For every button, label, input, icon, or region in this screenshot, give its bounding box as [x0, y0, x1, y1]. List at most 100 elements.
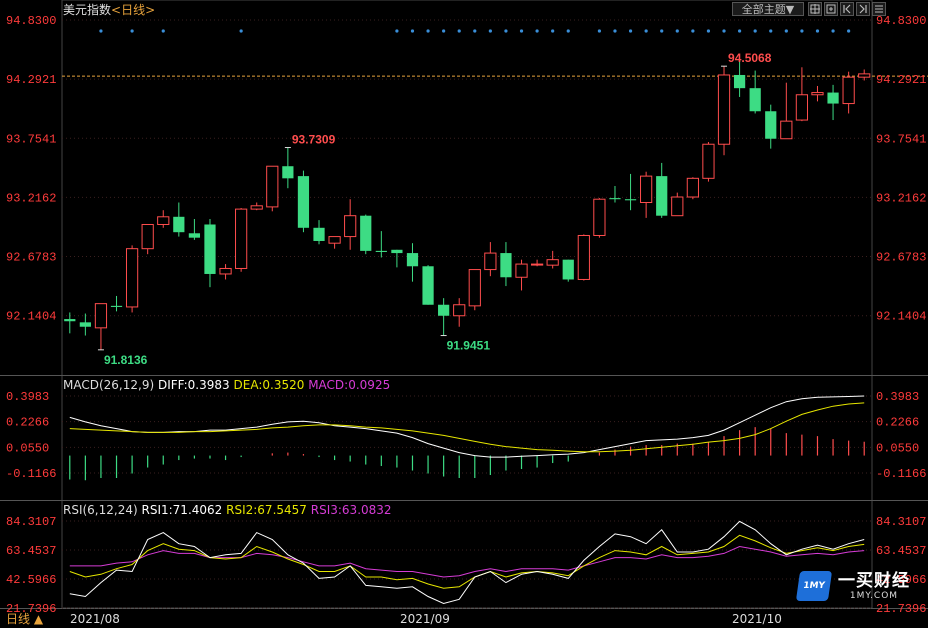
- candle-body: [795, 94, 809, 121]
- candle-body: [188, 233, 201, 238]
- candle-down: [110, 295, 123, 312]
- candle-body: [313, 227, 325, 241]
- signal-dot: [644, 29, 648, 33]
- candle-body: [453, 304, 466, 317]
- period-label[interactable]: 日线: [121, 3, 145, 17]
- x-label-sep: 2021/09: [400, 612, 450, 626]
- candle-up: [795, 67, 809, 122]
- diff-line: [69, 395, 865, 458]
- candle-body: [94, 303, 108, 329]
- candle-up: [157, 210, 170, 228]
- period-prev-button[interactable]: <: [111, 3, 121, 17]
- candle-up: [686, 177, 699, 200]
- signal-dot: [737, 29, 742, 33]
- brand-badge: 1MY: [802, 581, 826, 591]
- candle-down: [282, 147, 294, 189]
- signal-dot: [753, 29, 757, 33]
- candle-body: [219, 267, 232, 275]
- period-next-button[interactable]: >: [145, 3, 155, 17]
- y-tick-left: 94.2921: [6, 73, 56, 87]
- candle-up: [235, 208, 248, 272]
- y-tick-right: 93.2162: [876, 191, 926, 205]
- brand-name: 一买财经: [838, 571, 910, 591]
- candle-body: [609, 198, 621, 200]
- rsi2-value: 67.5457: [257, 503, 307, 517]
- high-annotation: 94.5068: [728, 51, 772, 65]
- candle-body: [266, 165, 279, 208]
- y-tick-left: -0.1166: [6, 467, 56, 481]
- candle-up: [577, 234, 590, 281]
- candle-up: [780, 82, 793, 140]
- last-page-icon[interactable]: [856, 2, 870, 16]
- y-tick-left: 93.2162: [6, 191, 56, 205]
- y-tick-left: 92.6783: [6, 251, 56, 265]
- candle-up: [858, 69, 871, 81]
- candle-body: [391, 249, 403, 254]
- candle-down: [204, 218, 216, 288]
- candle-down: [79, 313, 91, 336]
- candle-body: [344, 215, 357, 238]
- candle-down: [391, 249, 403, 268]
- diff-label: DIFF:: [157, 378, 188, 392]
- candlestick-series[interactable]: [64, 59, 871, 350]
- zoom-fit-icon[interactable]: [824, 2, 838, 16]
- y-tick-right: 63.4537: [876, 544, 926, 558]
- candle-body: [173, 216, 185, 233]
- candle-up: [546, 250, 559, 269]
- candle-up: [468, 269, 481, 311]
- y-tick-right: 84.3107: [876, 515, 926, 529]
- signal-dot: [628, 29, 633, 33]
- crosshair-icon[interactable]: [808, 2, 822, 16]
- theme-selector[interactable]: 全部主题▼: [732, 2, 804, 16]
- y-tick-left: 92.1404: [6, 310, 56, 324]
- rsi3-line: [69, 545, 865, 578]
- candle-body: [780, 120, 793, 140]
- candle-up: [141, 223, 154, 255]
- y-tick-left: 63.4537: [6, 544, 56, 558]
- y-tick-left: 94.8300: [6, 14, 56, 28]
- candle-down: [188, 218, 201, 240]
- candle-body: [468, 269, 481, 307]
- candle-body: [110, 305, 123, 307]
- candle-body: [624, 199, 637, 201]
- candle-down: [360, 214, 372, 255]
- y-axis-labels: 94.8300 94.830094.2921 94.292193.7541 93.75…: [6, 14, 926, 616]
- candle-up: [702, 142, 715, 182]
- theme-selector-label: 全部主题: [741, 3, 786, 16]
- chevron-down-icon: ▼: [785, 3, 795, 16]
- candle-up: [453, 298, 466, 327]
- y-tick-left: 0.0550: [6, 441, 49, 455]
- candle-up: [328, 236, 341, 249]
- candle-down: [375, 231, 387, 258]
- signal-dot: [847, 29, 851, 33]
- candle-body: [577, 234, 590, 280]
- chart-canvas[interactable]: 94.506893.730991.813691.9451 94.8300 94.8…: [0, 0, 928, 628]
- candle-up: [125, 245, 139, 313]
- candle-body: [811, 92, 824, 96]
- candle-body: [438, 304, 450, 316]
- rsi2-label: RSI2:: [226, 503, 258, 517]
- x-label-aug: 2021/08: [70, 612, 120, 626]
- low-annotation: 91.8136: [104, 353, 148, 367]
- footer-period-selector[interactable]: 日线 ▲: [6, 612, 43, 626]
- signal-dot: [551, 29, 555, 33]
- candle-down: [173, 202, 185, 237]
- options-icon[interactable]: [872, 2, 886, 16]
- rsi3-label: RSI3:: [310, 503, 342, 517]
- candle-up: [717, 66, 731, 156]
- first-page-icon[interactable]: [840, 2, 854, 16]
- signal-dot: [597, 29, 602, 33]
- candle-up: [484, 242, 497, 277]
- y-tick-right: 0.2266: [876, 416, 919, 430]
- rsi3-value: 63.0832: [341, 503, 392, 517]
- candle-up: [219, 264, 232, 280]
- signal-dot: [691, 29, 695, 33]
- signal-dot: [410, 29, 415, 33]
- candle-body: [733, 74, 746, 89]
- macd-lines: [69, 395, 865, 458]
- candle-body: [702, 143, 715, 179]
- candle-body: [64, 319, 76, 322]
- y-tick-right: 92.1404: [876, 310, 926, 324]
- candle-body: [562, 259, 574, 280]
- candle-body: [484, 252, 497, 271]
